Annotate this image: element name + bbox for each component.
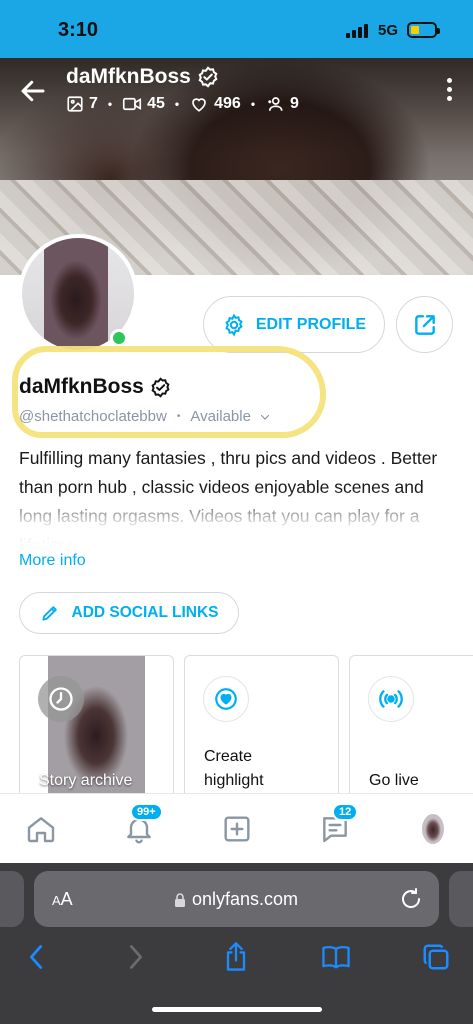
nav-messages[interactable]: 12 bbox=[318, 803, 359, 846]
chevron-right-icon bbox=[129, 945, 143, 969]
chevron-down-icon[interactable] bbox=[259, 411, 271, 423]
verified-icon bbox=[151, 376, 170, 398]
videos-stat: 45 bbox=[122, 95, 165, 113]
book-icon bbox=[322, 945, 350, 969]
notifications-badge: 99+ bbox=[130, 803, 163, 821]
status-bar: 3:10 5G bbox=[0, 0, 473, 58]
bio-fade bbox=[0, 490, 473, 546]
add-social-links-label: ADD SOCIAL LINKS bbox=[71, 604, 219, 621]
username-handle: @shethatchoclatebbw bbox=[19, 408, 167, 425]
cover-stats: 7 • 45 • 496 • 9 bbox=[66, 95, 299, 113]
reload-icon[interactable] bbox=[399, 887, 423, 911]
url-display[interactable]: onlyfans.com bbox=[174, 889, 298, 910]
messages-badge: 12 bbox=[332, 803, 359, 821]
display-name-text: daMfknBoss bbox=[19, 375, 144, 398]
display-name: daMfknBoss bbox=[19, 375, 171, 399]
heart-circle-icon bbox=[203, 676, 249, 722]
cover-name-text: daMfknBoss bbox=[66, 65, 191, 88]
home-icon bbox=[27, 817, 55, 843]
more-options-icon[interactable] bbox=[447, 78, 453, 102]
bottom-nav: 99+ 12 bbox=[0, 793, 473, 863]
add-social-links-button[interactable]: ADD SOCIAL LINKS bbox=[19, 592, 239, 634]
share-up-icon bbox=[226, 942, 246, 971]
status-time: 3:10 bbox=[58, 19, 99, 41]
signal-icon bbox=[346, 24, 372, 38]
video-icon bbox=[123, 97, 142, 111]
lock-icon bbox=[175, 892, 185, 907]
heart-icon bbox=[192, 98, 206, 112]
chevron-left-icon bbox=[29, 945, 43, 969]
nav-profile[interactable] bbox=[416, 812, 450, 846]
broadcast-icon bbox=[368, 676, 414, 722]
previous-tab-preview[interactable] bbox=[0, 871, 24, 927]
tabs-icon bbox=[423, 944, 449, 970]
story-archive-label: Story archive bbox=[39, 772, 133, 789]
more-info-link[interactable]: More info bbox=[19, 552, 86, 570]
pencil-icon bbox=[41, 606, 57, 621]
story-archive-card[interactable]: Story archive bbox=[19, 655, 174, 795]
gear-icon bbox=[225, 313, 243, 337]
back-button[interactable] bbox=[20, 941, 52, 973]
address-bar[interactable]: AA onlyfans.com bbox=[34, 871, 439, 927]
edit-profile-label: EDIT PROFILE bbox=[255, 315, 367, 333]
verified-icon bbox=[198, 66, 218, 88]
fans-stat: 9 bbox=[265, 95, 299, 113]
online-status-dot bbox=[110, 329, 128, 347]
create-highlight-card[interactable]: Create highlight bbox=[184, 655, 339, 795]
go-live-card[interactable]: Go live bbox=[349, 655, 473, 795]
add-post-icon bbox=[224, 816, 250, 842]
share-button[interactable] bbox=[396, 296, 453, 353]
image-icon bbox=[67, 96, 83, 112]
forward-button[interactable] bbox=[120, 941, 152, 973]
share-icon bbox=[414, 314, 435, 335]
battery-icon bbox=[407, 22, 440, 38]
edit-profile-button[interactable]: EDIT PROFILE bbox=[203, 296, 385, 353]
photos-stat: 7 bbox=[66, 95, 98, 113]
profile-avatar-icon bbox=[422, 814, 444, 844]
fans-icon bbox=[268, 97, 283, 111]
nav-new-post[interactable] bbox=[220, 812, 254, 846]
cover-name: daMfknBoss bbox=[66, 65, 219, 89]
reader-options-button[interactable]: AA bbox=[52, 889, 73, 910]
browser-toolbar: AA onlyfans.com bbox=[0, 863, 473, 1024]
next-tab-preview[interactable] bbox=[449, 871, 473, 927]
share-sheet-button[interactable] bbox=[220, 941, 252, 973]
home-indicator bbox=[152, 1007, 322, 1012]
tabs-button[interactable] bbox=[420, 941, 452, 973]
availability-status[interactable]: Available bbox=[190, 408, 251, 425]
likes-stat: 496 bbox=[189, 95, 241, 113]
nav-notifications[interactable]: 99+ bbox=[122, 803, 163, 846]
bookmarks-button[interactable] bbox=[320, 941, 352, 973]
network-label: 5G bbox=[378, 22, 399, 39]
go-live-label: Go live bbox=[369, 772, 419, 789]
nav-home[interactable] bbox=[24, 812, 58, 846]
back-arrow-icon[interactable] bbox=[18, 76, 48, 106]
handle-row: @shethatchoclatebbw • Available bbox=[19, 408, 271, 425]
clock-icon bbox=[38, 676, 84, 722]
create-highlight-label: Create highlight bbox=[204, 748, 264, 789]
